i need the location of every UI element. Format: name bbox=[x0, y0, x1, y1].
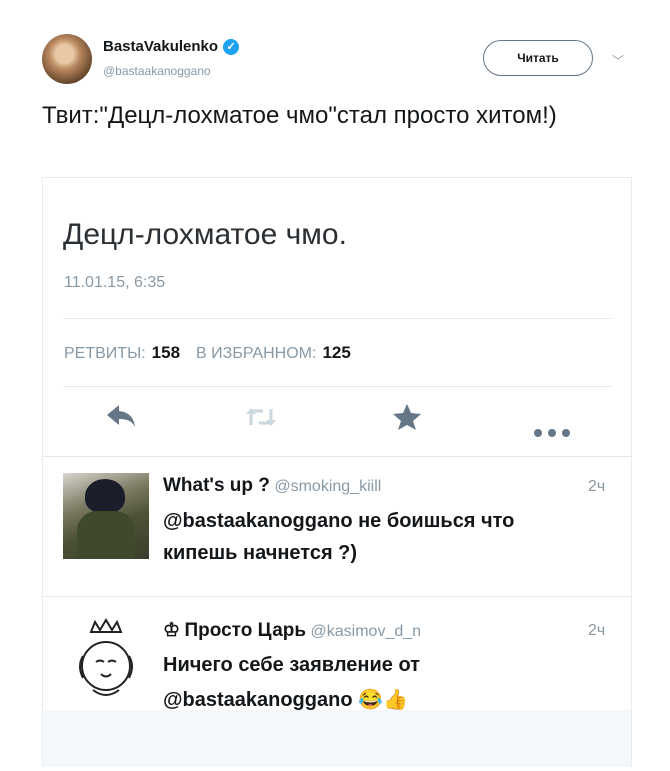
embedded-footer bbox=[43, 710, 631, 767]
favorites-count: 125 bbox=[322, 343, 351, 362]
divider bbox=[63, 386, 611, 387]
author-name[interactable]: BastaVakulenko bbox=[103, 38, 218, 55]
author-name-row[interactable]: BastaVakulenko ✓ bbox=[103, 38, 240, 55]
reply-header: ♔ Просто Царь @kasimov_d_n bbox=[163, 619, 421, 642]
lion-crown-avatar bbox=[63, 618, 149, 704]
more-icon bbox=[533, 414, 573, 445]
reply-item bbox=[63, 618, 149, 704]
retweet-icon bbox=[243, 405, 279, 436]
reply-avatar bbox=[63, 473, 149, 559]
retweets-label: РЕТВИТЫ: bbox=[64, 345, 146, 362]
chevron-down-icon[interactable]: ﹀ bbox=[612, 52, 624, 69]
reply-icon bbox=[105, 403, 137, 436]
reply-text-line: @bastaakanoggano не боишься что bbox=[163, 510, 515, 532]
embedded-tweet-date: 11.01.15, 6:35 bbox=[64, 274, 166, 291]
crown-icon: ♔ bbox=[163, 620, 181, 641]
follow-button[interactable]: Читать bbox=[483, 40, 593, 76]
author-avatar[interactable] bbox=[42, 34, 92, 84]
embedded-stats: РЕТВИТЫ: 158 В ИЗБРАННОМ: 125 bbox=[64, 343, 361, 363]
reply-author-handle: @kasimov_d_n bbox=[310, 623, 422, 640]
verified-badge-icon: ✓ bbox=[223, 38, 240, 55]
reply-header: What's up ? @smoking_kiill bbox=[163, 475, 381, 497]
tweet-text: Твит:"Децл-лохматое чмо"стал просто хито… bbox=[42, 102, 557, 129]
author-handle[interactable]: @bastaakanoggano bbox=[103, 64, 211, 78]
embedded-tweet-text: Децл-лохматое чмо. bbox=[63, 218, 347, 251]
divider bbox=[63, 318, 611, 319]
reply-text-line: кипешь начнется ?) bbox=[163, 542, 358, 564]
reply-author-name: Просто Царь bbox=[184, 620, 307, 641]
reply-item bbox=[63, 473, 149, 559]
retweets-count: 158 bbox=[151, 343, 181, 362]
tweet-attached-image[interactable]: Децл-лохматое чмо. 11.01.15, 6:35 РЕТВИТ… bbox=[42, 177, 632, 767]
reply-time: 2ч bbox=[588, 478, 606, 495]
reply-time: 2ч bbox=[588, 622, 606, 639]
reply-text-line: Ничего себе заявление от bbox=[163, 654, 420, 676]
reply-author-name: What's up ? bbox=[163, 475, 270, 496]
reply-author-handle: @smoking_kiill bbox=[274, 478, 382, 495]
favorites-label: В ИЗБРАННОМ: bbox=[196, 345, 317, 362]
star-icon bbox=[392, 403, 422, 438]
divider bbox=[43, 456, 631, 457]
divider bbox=[43, 596, 631, 597]
